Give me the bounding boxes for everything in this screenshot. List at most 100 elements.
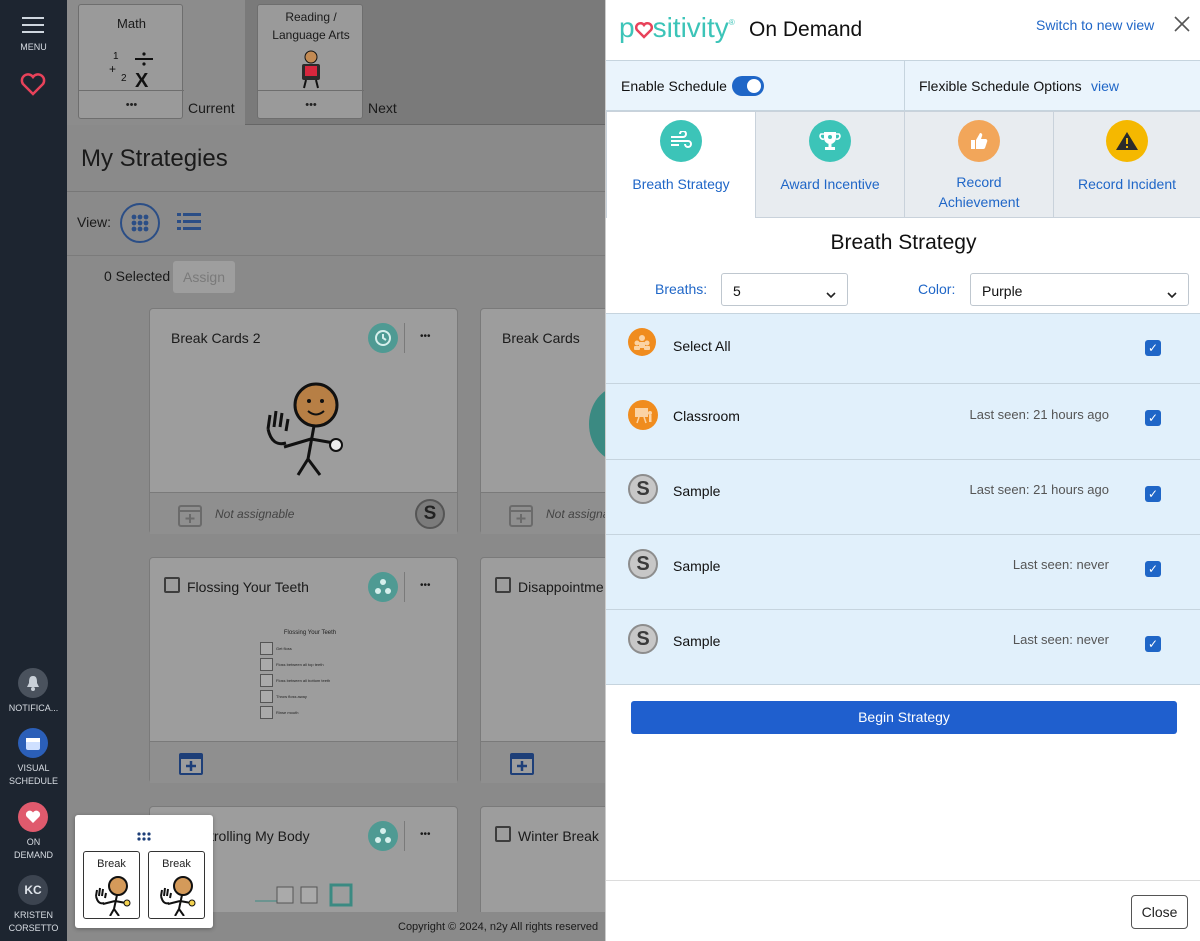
calendar-icon[interactable] [18,728,48,758]
next-label: Next [368,100,397,116]
visual-schedule-label[interactable]: VISUAL SCHEDULE [0,762,67,788]
strategy-card[interactable]: Flossing Your Teeth ••• Flossing Your Te… [149,557,458,783]
close-icon[interactable] [1174,16,1190,32]
classroom-icon [628,400,658,430]
student-row[interactable]: Classroom Last seen: 21 hours ago ✓ [606,384,1200,460]
student-row[interactable]: S Sample Last seen: never ✓ [606,610,1200,685]
row-checkbox[interactable]: ✓ [1145,486,1161,502]
schedule-card-more-button[interactable]: ••• [79,90,184,120]
break-tile[interactable]: Break [83,851,140,919]
breaths-label: Breaths: [655,281,708,297]
enable-schedule-label: Enable Schedule [621,78,727,94]
notifications-label[interactable]: NOTIFICA... [0,702,67,715]
student-row[interactable]: S Sample Last seen: never ✓ [606,535,1200,610]
card-checkbox[interactable] [164,577,180,593]
positivity-logo: p sitivity ® [619,12,735,43]
close-button[interactable]: Close [1131,895,1188,929]
strategy-card-title: Break Cards [502,330,580,346]
brand-p: p [619,12,635,43]
visual-schedule-label-line2: SCHEDULE [8,776,58,786]
grid-view-icon[interactable] [120,203,160,243]
tab-label: Record Incident [1077,176,1177,192]
clock-icon[interactable] [368,323,398,353]
strategy-card-title: Flossing Your Teeth [187,579,309,595]
schedule-card-title: Math [117,16,146,31]
card-more-button[interactable]: ••• [420,829,431,840]
row-name: Sample [673,633,721,649]
divider [404,572,405,602]
floss-step: Rinse mouth [260,704,360,720]
tab-record-achievement[interactable]: Record Achievement [904,111,1054,218]
list-view-icon[interactable] [177,212,201,232]
strategy-card[interactable]: Break Cards 2 ••• Not assignable S [149,308,458,534]
chevron-down-icon [1167,286,1177,299]
drag-handle-icon[interactable] [137,828,151,841]
card-more-button[interactable]: ••• [420,331,431,342]
tab-label: Breath Strategy [632,176,730,192]
enable-schedule-toggle[interactable] [732,76,764,96]
user-avatar[interactable]: KC [18,875,48,905]
sequence-icon[interactable] [368,572,398,602]
row-checkbox[interactable]: ✓ [1145,410,1161,426]
calendar-add-icon[interactable] [509,503,533,527]
thumbs-up-icon [958,120,1000,162]
calendar-add-icon[interactable] [178,750,204,776]
flexible-view-link[interactable]: view [1091,78,1119,94]
tab-record-incident[interactable]: Record Incident [1053,111,1200,218]
on-demand-label[interactable]: ON DEMAND [0,836,67,862]
row-checkbox[interactable]: ✓ [1145,561,1161,577]
student-row[interactable]: S Sample Last seen: 21 hours ago ✓ [606,460,1200,535]
not-assignable-label: Not assigna [546,507,605,521]
tabs-baseline [755,217,1200,218]
select-all-checkbox[interactable]: ✓ [1145,340,1161,356]
begin-strategy-button[interactable]: Begin Strategy [631,701,1177,734]
select-all-row[interactable]: Select All ✓ [606,313,1200,384]
bell-icon[interactable] [18,668,48,698]
toggle-knob [747,79,761,93]
svg-text:1: 1 [113,51,119,62]
breaths-select[interactable]: 5 [721,273,848,306]
card-footer: Not assigna [481,492,605,534]
floss-step: Floss between all bottom teeth [260,672,360,688]
teal-circle-image [589,387,605,461]
brand-registered: ® [728,18,735,27]
color-select-value: Purple [982,283,1023,299]
tab-breath-strategy[interactable]: Breath Strategy [606,111,756,218]
on-demand-label-line1: ON [26,837,41,847]
row-checkbox[interactable]: ✓ [1145,636,1161,652]
stop-hand-figure-icon [158,876,198,917]
strategy-card[interactable]: Disappointme [480,557,605,783]
strategy-card[interactable]: Break Cards Not assigna [480,308,605,534]
warning-icon [1106,120,1148,162]
last-seen: Last seen: 21 hours ago [969,482,1110,497]
card-checkbox[interactable] [495,826,511,842]
card-checkbox[interactable] [495,577,511,593]
assign-button[interactable]: Assign [173,261,235,293]
card-more-button[interactable]: ••• [420,580,431,591]
positivity-heart-icon[interactable] [20,72,46,96]
switch-view-link[interactable]: Switch to new view [1036,17,1154,33]
break-tile[interactable]: Break [148,851,205,919]
break-cards-widget[interactable]: Break Break [75,815,213,928]
sequence-icon[interactable] [368,821,398,851]
stop-hand-figure-icon [93,876,133,917]
schedule-strip: Math 1 +2 X ••• Current Reading / Language… [67,0,605,125]
tab-award-incentive[interactable]: Award Incentive [755,111,905,218]
calendar-add-icon[interactable] [178,503,202,527]
calendar-add-icon[interactable] [509,750,535,776]
color-select[interactable]: Purple [970,273,1189,306]
strategy-card-title: trolling My Body [210,828,310,844]
schedule-card-more-button[interactable]: ••• [258,90,364,120]
brand-sub-label: On Demand [749,18,863,41]
card-footer: Not assignable S [150,492,457,534]
strategy-card-title: Disappointme [518,579,604,595]
schedule-card-next[interactable]: Reading / Language Arts ••• [257,4,364,120]
reader-figure-icon [294,49,328,89]
schedule-options-bar: Enable Schedule Flexible Schedule Option… [606,60,1200,111]
floss-step: Get floss [260,640,360,656]
menu-icon[interactable] [22,17,44,35]
selected-count: 0 Selected [104,268,171,284]
tab-label: Record Achievement [938,174,1020,210]
schedule-card-current[interactable]: Math 1 +2 X ••• [78,4,184,120]
on-demand-heart-icon[interactable] [18,802,48,832]
